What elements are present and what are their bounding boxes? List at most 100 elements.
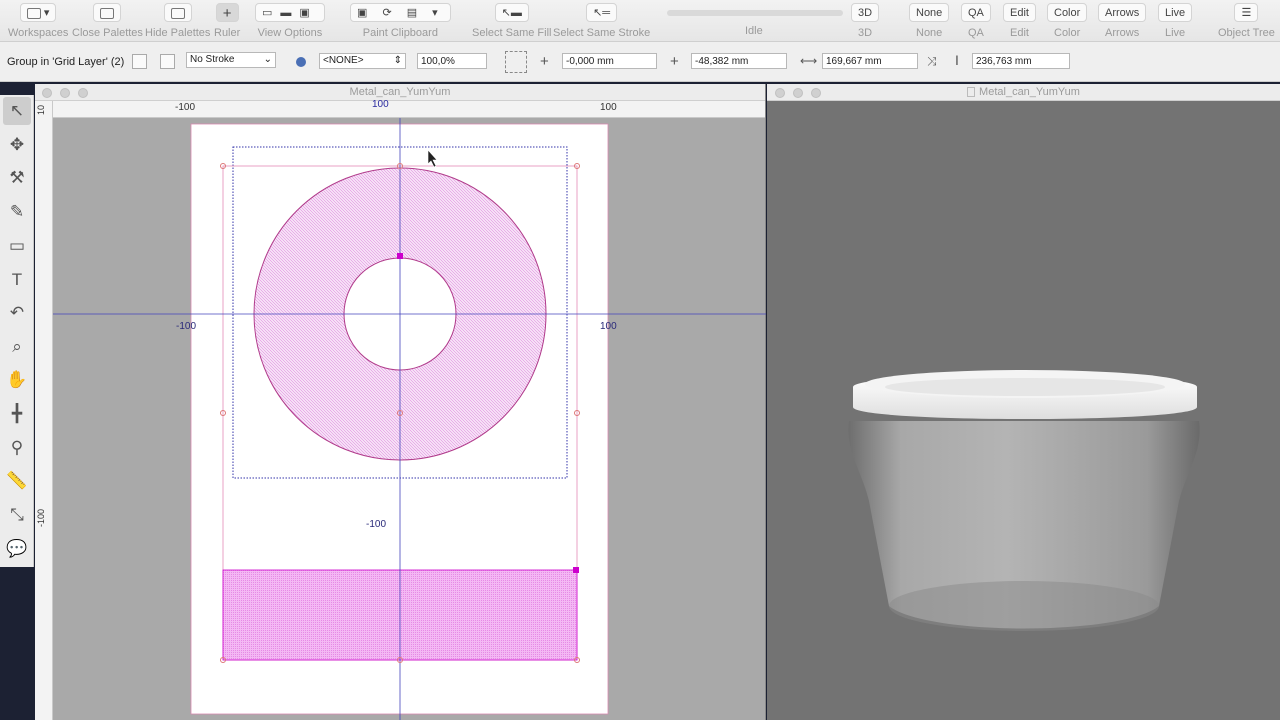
hammer-tool-icon[interactable]: ⚒ bbox=[3, 164, 31, 192]
color-button[interactable]: Color Color bbox=[1047, 3, 1088, 39]
window-close-button[interactable] bbox=[775, 88, 785, 98]
hide-palettes-button[interactable]: Hide Palettes bbox=[145, 3, 210, 39]
3d-preview-titlebar: Metal_can_YumYum bbox=[767, 84, 1280, 101]
select-same-stroke-button[interactable]: ↖═ Select Same Stroke bbox=[553, 3, 650, 39]
x-input[interactable] bbox=[562, 53, 657, 69]
style-select[interactable]: <NONE> ⇕ bbox=[319, 53, 406, 69]
ruler-tick-label: -100 bbox=[36, 509, 46, 528]
object-tree-icon: ☰ bbox=[1234, 3, 1259, 22]
close-palettes-label: Close Palettes bbox=[72, 27, 143, 39]
status-text: Idle bbox=[745, 25, 763, 37]
selection-info: Group in 'Grid Layer' (2) bbox=[7, 56, 125, 68]
selection-handle[interactable] bbox=[397, 253, 403, 259]
close-palettes-button[interactable]: Close Palettes bbox=[72, 3, 143, 39]
color-label: Color bbox=[1054, 27, 1081, 39]
workspaces-button[interactable]: ▾ Workspaces bbox=[8, 3, 68, 39]
none-button-label: None bbox=[909, 3, 950, 22]
can-bottom-shadow bbox=[889, 581, 1159, 631]
qa-label: QA bbox=[968, 27, 984, 39]
select-same-stroke-icon: ↖═ bbox=[586, 3, 618, 22]
arrows-button[interactable]: Arrows Arrows bbox=[1098, 3, 1147, 39]
stroke-select[interactable]: No Stroke ⌄ bbox=[186, 52, 276, 68]
main-toolbar: ▾ Workspaces Close Palettes Hide Palette… bbox=[0, 0, 1280, 42]
view-options-label: View Options bbox=[257, 27, 323, 39]
edit-button[interactable]: Edit Edit bbox=[1003, 3, 1036, 39]
3d-label: 3D bbox=[858, 27, 873, 39]
style-sphere-icon bbox=[296, 57, 306, 67]
link-proportions-icon[interactable]: ⤨ bbox=[927, 54, 937, 69]
none-label: None bbox=[916, 27, 943, 39]
comment-tool-icon[interactable]: 💬 bbox=[3, 535, 31, 563]
ruler-button[interactable]: + Ruler bbox=[214, 3, 240, 39]
edit-button-label: Edit bbox=[1003, 3, 1036, 22]
eyedropper-tool-icon[interactable]: ⚲ bbox=[3, 434, 31, 462]
live-button[interactable]: Live Live bbox=[1158, 3, 1193, 39]
3d-preview-title: Metal_can_YumYum bbox=[979, 86, 1080, 98]
selection-tool-arrow-icon[interactable]: ↖ bbox=[3, 97, 31, 125]
arc-tool-icon[interactable]: ↶ bbox=[3, 299, 31, 327]
drawing-window-title: Metal_can_YumYum bbox=[349, 86, 451, 98]
window-minimize-button[interactable] bbox=[793, 88, 803, 98]
hide-palettes-label: Hide Palettes bbox=[145, 27, 211, 39]
height-input[interactable] bbox=[972, 53, 1070, 69]
hand-tool-icon[interactable]: ✋ bbox=[3, 366, 31, 394]
view-options-icon: ▭▬▣ bbox=[255, 3, 325, 22]
select-same-fill-icon: ↖▬ bbox=[494, 3, 529, 22]
y-position-icon: + bbox=[670, 53, 679, 70]
paint-clipboard-icon: ▣ ⟳ ▤ ▾ bbox=[350, 3, 451, 22]
measure-tool-icon[interactable]: 📏 bbox=[3, 467, 31, 495]
edit-label: Edit bbox=[1010, 27, 1029, 39]
rectangle-tool-icon[interactable]: ▭ bbox=[3, 232, 31, 260]
ruler-label: Ruler bbox=[214, 27, 241, 39]
select-same-fill-label: Select Same Fill bbox=[472, 27, 552, 39]
stroke-select-value: No Stroke bbox=[190, 54, 235, 65]
height-icon: I bbox=[955, 52, 959, 68]
arrows-button-label: Arrows bbox=[1098, 3, 1147, 22]
paint-clipboard-label: Paint Clipboard bbox=[362, 27, 438, 39]
object-tree-button[interactable]: ☰ Object Tree bbox=[1218, 3, 1275, 39]
none-button[interactable]: None None bbox=[909, 3, 950, 39]
qa-button[interactable]: QA QA bbox=[961, 3, 991, 39]
drawing-canvas[interactable]: -100 100 -100 bbox=[53, 118, 766, 720]
paint-clipboard-group[interactable]: ▣ ⟳ ▤ ▾ Paint Clipboard bbox=[350, 3, 451, 39]
fill-swatch-icon[interactable] bbox=[132, 54, 147, 69]
window-zoom-button[interactable] bbox=[78, 88, 88, 98]
window-zoom-button[interactable] bbox=[811, 88, 821, 98]
vertical-ruler[interactable]: 10 -100 bbox=[35, 101, 53, 720]
axis-label-x-neg: -100 bbox=[176, 321, 196, 332]
arrows-label: Arrows bbox=[1105, 27, 1140, 39]
3d-viewport[interactable] bbox=[767, 101, 1280, 720]
ruler-plus-icon: + bbox=[215, 3, 239, 22]
stroke-swatch-icon[interactable] bbox=[160, 54, 175, 69]
ruler-tick-label: 100 bbox=[372, 99, 389, 110]
dimension-tool-icon[interactable]: ⤡ bbox=[3, 501, 31, 529]
opacity-input[interactable] bbox=[417, 53, 487, 69]
pen-tool-icon[interactable]: ✎ bbox=[3, 198, 31, 226]
3d-button[interactable]: 3D 3D bbox=[851, 3, 880, 39]
property-bar: Group in 'Grid Layer' (2) No Stroke ⌄ <NO… bbox=[0, 42, 1280, 82]
view-options-group[interactable]: ▭▬▣ View Options bbox=[255, 3, 325, 39]
chevron-down-icon: ⌄ bbox=[263, 54, 272, 65]
axis-label-x-pos: 100 bbox=[600, 321, 617, 332]
reference-point-icon[interactable] bbox=[505, 51, 527, 73]
origin-tool-icon[interactable]: ╋ bbox=[3, 400, 31, 428]
width-input[interactable] bbox=[822, 53, 918, 69]
app: ▾ Workspaces Close Palettes Hide Palette… bbox=[0, 0, 1280, 720]
window-close-button[interactable] bbox=[42, 88, 52, 98]
hide-palettes-icon bbox=[163, 3, 192, 22]
live-label: Live bbox=[1165, 27, 1186, 39]
horizontal-ruler[interactable]: -100 100 100 bbox=[53, 99, 765, 118]
select-same-fill-button[interactable]: ↖▬ Select Same Fill bbox=[472, 3, 551, 39]
axis-label-y-neg: -100 bbox=[366, 519, 386, 530]
status-progress-bar bbox=[667, 10, 843, 16]
ruler-tick-label: 100 bbox=[600, 102, 617, 113]
document-icon bbox=[967, 87, 976, 98]
style-select-value: <NONE> bbox=[323, 55, 364, 66]
object-tree-label: Object Tree bbox=[1218, 27, 1275, 39]
text-tool-icon[interactable]: T bbox=[3, 266, 31, 294]
selection-handle[interactable] bbox=[573, 567, 579, 573]
zoom-tool-icon[interactable]: ⌕ bbox=[3, 333, 31, 361]
y-input[interactable] bbox=[691, 53, 787, 69]
window-minimize-button[interactable] bbox=[60, 88, 70, 98]
move-tool-icon[interactable]: ✥ bbox=[3, 131, 31, 159]
